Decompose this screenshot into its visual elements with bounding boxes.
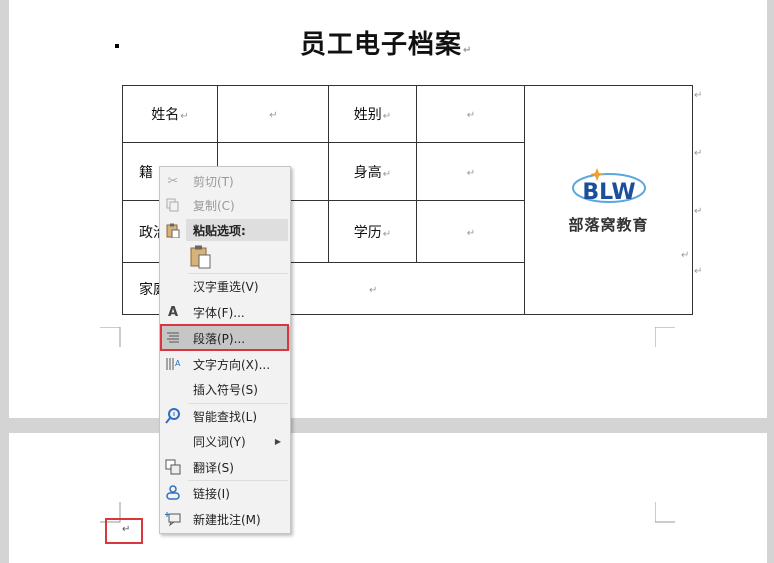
menu-item-copy[interactable]: 复制(C) <box>160 193 290 217</box>
cell-photo-logo[interactable]: BLW 部落窝教育 <box>524 85 693 315</box>
paragraph-mark: ↵ <box>463 45 473 56</box>
copy-icon <box>165 197 181 213</box>
title-text: 员工电子档案 <box>300 30 463 60</box>
svg-text:A: A <box>175 359 181 368</box>
annotation-highlight-box <box>105 518 143 544</box>
cell-education-label[interactable]: 学历↵ <box>328 200 417 263</box>
menu-item-cut[interactable]: ✂ 剪切(T) <box>160 169 290 193</box>
company-logo: BLW 部落窝教育 <box>525 166 692 235</box>
logo-mark-text: BLW <box>582 180 635 205</box>
cell-name-label[interactable]: 姓名↵ <box>122 85 218 143</box>
page-corner-mark <box>100 327 121 347</box>
paste-keep-text-button[interactable] <box>190 245 212 269</box>
cell-gender-label[interactable]: 姓别↵ <box>328 85 417 143</box>
font-A-icon: A <box>167 304 179 320</box>
menu-item-synonyms[interactable]: 同义词(Y) ▶ <box>160 429 290 453</box>
document-title[interactable]: 员工电子档案↵ <box>300 24 500 61</box>
cell-education-value[interactable]: ↵ <box>416 200 525 263</box>
menu-item-paste-options-header: 粘贴选项: <box>160 218 290 242</box>
menu-item-link[interactable]: 链接(I) <box>160 481 290 505</box>
paste-clipboard-icon <box>190 245 211 269</box>
cell-height-value[interactable]: ↵ <box>416 142 525 201</box>
clipboard-icon <box>165 222 181 238</box>
smart-lookup-icon <box>165 408 181 424</box>
menu-item-new-comment[interactable]: 新建批注(M) <box>160 507 290 531</box>
row-end-mark: ↵ <box>694 206 703 217</box>
menu-item-hanzi-reselect[interactable]: 汉字重选(V) <box>160 274 290 298</box>
row-end-mark: ↵ <box>681 250 690 261</box>
menu-item-text-direction[interactable]: A 文字方向(X)... <box>160 352 290 376</box>
annotation-highlight-box <box>160 324 289 351</box>
menu-item-smart-lookup[interactable]: 智能查找(L) <box>160 404 290 428</box>
cell-name-value[interactable]: ↵ <box>217 85 329 143</box>
submenu-arrow-icon: ▶ <box>274 436 281 446</box>
scissors-icon: ✂ <box>167 173 179 189</box>
text-direction-icon: A <box>165 356 181 372</box>
blw-logo-icon: BLW <box>571 167 646 205</box>
cell-height-label[interactable]: 身高↵ <box>328 142 417 201</box>
page-corner-mark <box>655 327 675 347</box>
page-corner-mark <box>655 502 675 523</box>
translate-icon <box>165 459 181 475</box>
logo-caption: 部落窝教育 <box>568 215 649 234</box>
menu-item-insert-symbol[interactable]: 插入符号(S) <box>160 377 290 401</box>
row-end-mark: ↵ <box>694 148 703 159</box>
bullet-dot <box>115 44 119 48</box>
cell-gender-value[interactable]: ↵ <box>416 85 525 143</box>
row-end-mark: ↵ <box>694 266 703 277</box>
menu-item-translate[interactable]: 翻译(S) <box>160 455 290 479</box>
row-end-mark: ↵ <box>694 90 703 101</box>
link-icon <box>165 485 181 501</box>
menu-item-font[interactable]: A 字体(F)... <box>160 300 290 324</box>
new-comment-icon <box>165 511 181 527</box>
